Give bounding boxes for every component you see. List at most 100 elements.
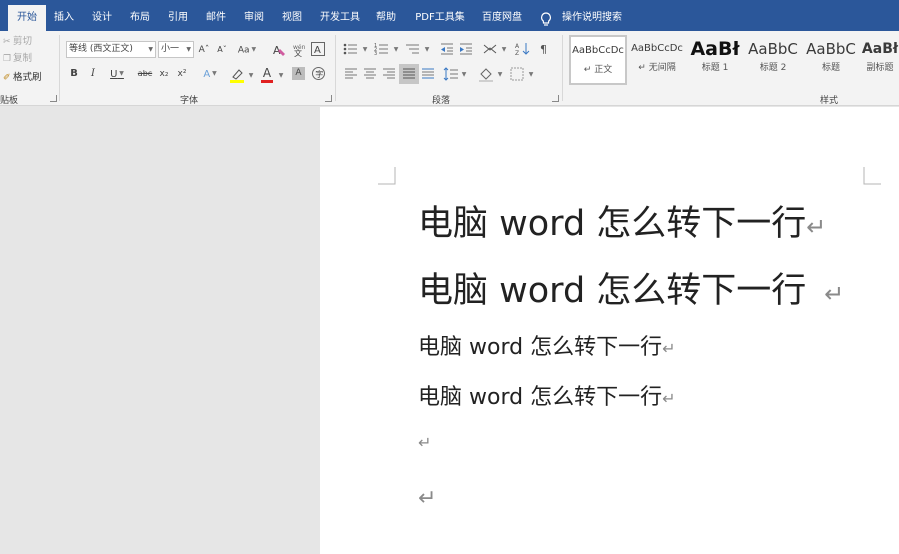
tab-design[interactable]: 设计: [88, 0, 116, 31]
cut-button[interactable]: ✂ 剪切: [3, 35, 32, 49]
style-heading-2[interactable]: AaBbC 标题 2: [745, 35, 801, 85]
lightbulb-icon: [541, 12, 551, 26]
underline-button[interactable]: U ▼: [105, 66, 129, 82]
bullets-dropdown[interactable]: ▼: [361, 42, 369, 58]
chevron-down-icon: ▼: [210, 70, 217, 77]
enclose-characters-icon[interactable]: 字: [311, 66, 326, 81]
copy-button[interactable]: ❐ 复制: [3, 52, 32, 66]
line-spacing-icon[interactable]: [443, 67, 459, 81]
tab-view[interactable]: 视图: [278, 0, 306, 31]
chevron-down-icon: ▼: [393, 46, 399, 53]
style-preview: AaBł: [861, 41, 899, 57]
document-line[interactable]: 电脑 word 怎么转下一行↵: [418, 262, 844, 313]
style-heading-1[interactable]: AaBł 标题 1: [688, 35, 742, 85]
highlight-color-swatch: [230, 80, 244, 83]
format-painter-button[interactable]: ✐ 格式刷: [3, 71, 42, 85]
align-left-icon[interactable]: [344, 67, 358, 81]
italic-button[interactable]: I: [86, 66, 100, 82]
shrink-font-button[interactable]: Aˇ: [215, 42, 229, 58]
multilevel-dropdown[interactable]: ▼: [423, 42, 431, 58]
font-color-dropdown[interactable]: ▼: [277, 68, 285, 84]
character-shading-button[interactable]: A: [292, 67, 305, 80]
tab-pdf-tools[interactable]: PDF工具集: [410, 0, 470, 31]
tab-insert[interactable]: 插入: [50, 0, 78, 31]
align-right-icon[interactable]: [382, 67, 396, 81]
style-normal[interactable]: AaBbCcDc ↵ 正文: [569, 35, 627, 85]
paragraph-mark-icon: ↵: [418, 433, 432, 452]
clear-formatting-icon[interactable]: A: [272, 43, 286, 57]
tab-baidu-netdisk[interactable]: 百度网盘: [478, 0, 526, 31]
font-size-combo[interactable]: 小一 ▼: [158, 41, 194, 58]
borders-dropdown[interactable]: ▼: [527, 67, 535, 83]
document-page[interactable]: 电脑 word 怎么转下一行↵ 电脑 word 怎么转下一行 ↵ 电脑 word …: [320, 107, 899, 554]
style-no-spacing[interactable]: AaBbCcDc ↵ 无间隔: [629, 35, 685, 85]
increase-indent-icon[interactable]: [459, 42, 473, 56]
clipboard-dialog-launcher[interactable]: [50, 95, 57, 102]
align-center-icon[interactable]: [363, 67, 377, 81]
show-paragraph-marks-icon[interactable]: ¶: [539, 42, 553, 56]
paragraph-dialog-launcher[interactable]: [552, 95, 559, 102]
document-line[interactable]: 电脑 word 怎么转下一行↵: [418, 195, 826, 246]
chevron-down-icon: ▼: [278, 72, 284, 79]
bold-button[interactable]: B: [67, 66, 81, 82]
highlight-dropdown[interactable]: ▼: [247, 68, 255, 84]
highlighter-icon[interactable]: [229, 67, 245, 83]
tab-layout[interactable]: 布局: [126, 0, 154, 31]
style-preview: AaBbCcDc: [572, 45, 624, 56]
tab-help[interactable]: 帮助: [372, 0, 400, 31]
chinese-layout-icon[interactable]: [482, 42, 498, 56]
subscript-button[interactable]: x₂: [157, 66, 171, 82]
strikethrough-button[interactable]: abc: [136, 66, 154, 82]
tab-review[interactable]: 审阅: [240, 0, 268, 31]
font-group-label: 字体: [180, 96, 199, 106]
distributed-icon[interactable]: [421, 67, 435, 81]
line-spacing-dropdown[interactable]: ▼: [460, 67, 468, 83]
grow-font-button[interactable]: Aˆ: [197, 42, 211, 58]
font-name-value: 等线 (西文正文): [69, 44, 133, 54]
tab-developer[interactable]: 开发工具: [316, 0, 364, 31]
ribbon: ✂ 剪切 ❐ 复制 ✐ 格式刷 贴板 等线 (西文正文) ▼ 小一 ▼ Aˆ Aˇ Aa …: [0, 31, 899, 106]
chinese-layout-dropdown[interactable]: ▼: [500, 42, 508, 58]
character-border-icon[interactable]: A: [311, 42, 325, 56]
paragraph-mark-icon: ↵: [824, 280, 845, 308]
document-line[interactable]: ↵: [418, 486, 436, 511]
style-name: 副标题: [866, 63, 894, 73]
text-effects-button[interactable]: A ▼: [198, 66, 222, 82]
tab-home[interactable]: 开始: [8, 5, 46, 31]
sort-icon[interactable]: A Z: [515, 42, 531, 56]
superscript-button[interactable]: x²: [175, 66, 189, 82]
multilevel-list-icon[interactable]: [405, 42, 421, 56]
margin-corner-mark: [378, 167, 396, 185]
tab-references[interactable]: 引用: [164, 0, 192, 31]
font-name-combo[interactable]: 等线 (西文正文) ▼: [66, 41, 156, 58]
phonetic-guide-icon[interactable]: wén 文: [291, 43, 305, 57]
shading-bucket-icon[interactable]: [478, 67, 494, 82]
style-subtitle[interactable]: AaBł 副标题: [861, 35, 899, 85]
style-preview: AaBbC: [806, 40, 856, 58]
font-color-button[interactable]: A: [259, 65, 275, 83]
line-text: 电脑 word 怎么转下一行: [418, 204, 807, 244]
numbering-icon[interactable]: 1 2 3: [374, 42, 390, 56]
margin-corner-mark: [863, 167, 881, 185]
document-line[interactable]: 电脑 word 怎么转下一行↵: [418, 379, 675, 411]
borders-icon[interactable]: [510, 67, 524, 81]
svg-text:¶: ¶: [540, 43, 547, 56]
tell-me-search[interactable]: 操作说明搜索: [562, 0, 622, 31]
numbering-dropdown[interactable]: ▼: [392, 42, 400, 58]
font-dialog-launcher[interactable]: [325, 95, 332, 102]
ribbon-tab-bar: 开始 插入 设计 布局 引用 邮件 审阅 视图 开发工具 帮助 PDF工具集 百…: [0, 0, 899, 31]
font-color-swatch: [261, 80, 273, 83]
document-canvas: 电脑 word 怎么转下一行↵ 电脑 word 怎么转下一行 ↵ 电脑 word …: [0, 107, 899, 554]
decrease-indent-icon[interactable]: [440, 42, 454, 56]
change-case-button[interactable]: Aa ▼: [236, 42, 258, 58]
justify-icon[interactable]: [399, 64, 419, 84]
svg-text:A: A: [515, 43, 520, 50]
style-preview: AaBł: [690, 38, 740, 60]
bullets-icon[interactable]: [343, 42, 359, 56]
shading-dropdown[interactable]: ▼: [496, 67, 504, 83]
style-title[interactable]: AaBbC 标题: [803, 35, 859, 85]
format-painter-label: 格式刷: [13, 72, 42, 83]
document-line[interactable]: ↵: [418, 433, 431, 452]
tab-mailings[interactable]: 邮件: [202, 0, 230, 31]
document-line[interactable]: 电脑 word 怎么转下一行↵: [418, 329, 675, 361]
